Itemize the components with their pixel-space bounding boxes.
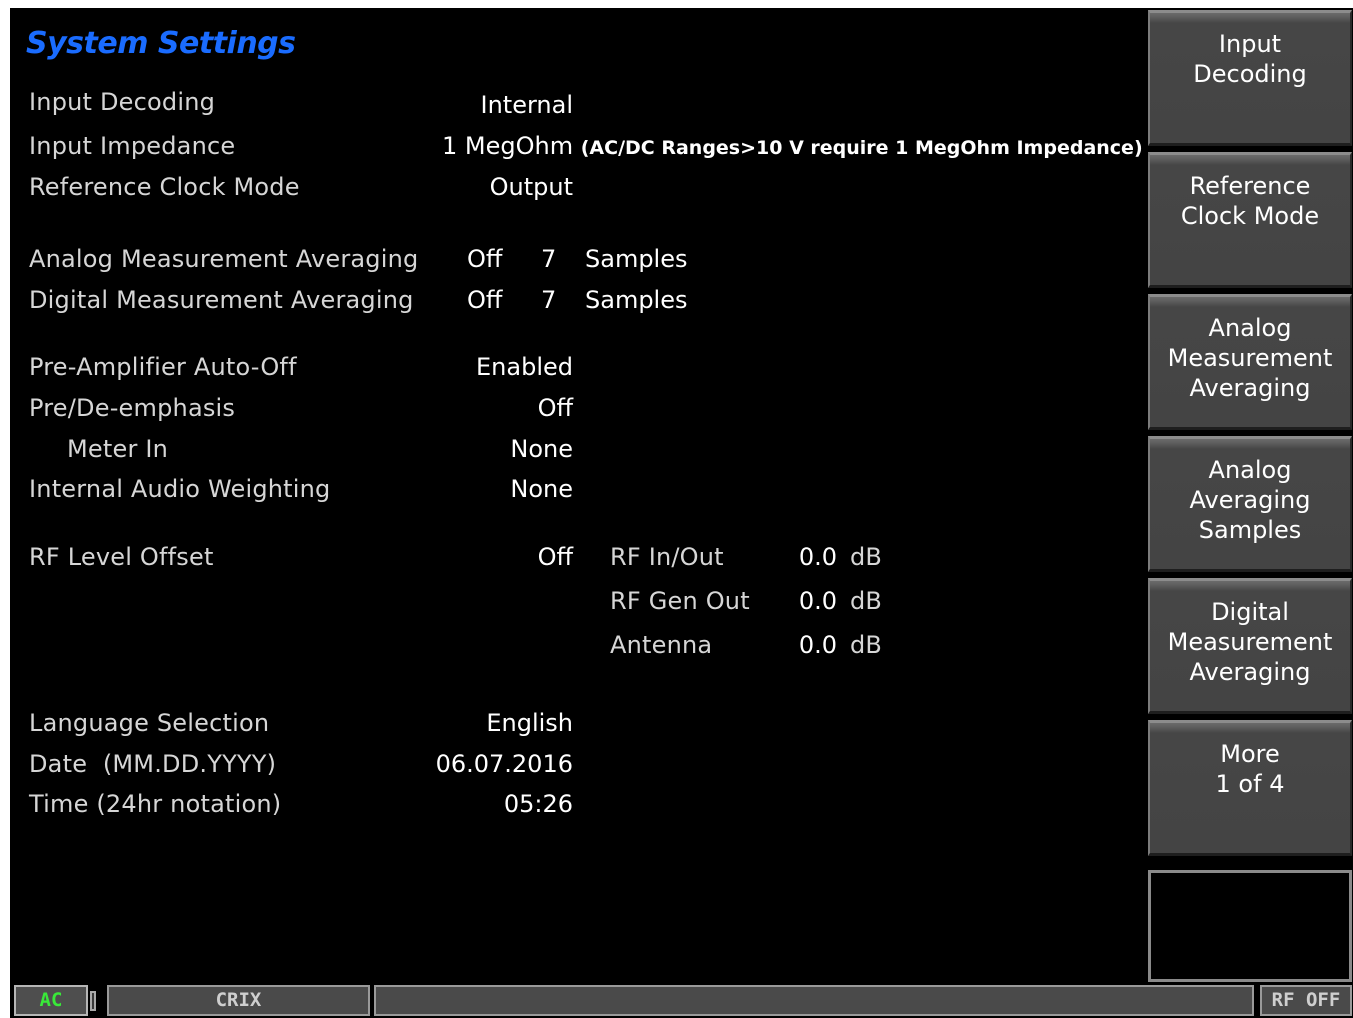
softkey-label-line: Measurement [1167,628,1333,656]
system-settings-panel: System Settings Input Decoding Internal … [10,8,1144,983]
coupling-indicator[interactable]: AC [14,985,88,1016]
antenna-value[interactable]: 0.0 [799,631,837,659]
softkey-label-line: Decoding [1193,60,1307,88]
rf-gen-out-label: RF Gen Out [610,587,750,615]
analog-averaging-samples[interactable]: 7 [541,245,556,273]
time-value[interactable]: 05:26 [504,790,573,818]
reference-clock-mode-label: Reference Clock Mode [29,173,300,201]
softkey-label-line: Samples [1198,516,1302,544]
pre-de-emphasis-label: Pre/De-emphasis [29,394,236,422]
meter-in-value[interactable]: None [510,435,573,463]
softkey-more[interactable]: More 1 of 4 [1148,720,1352,856]
antenna-unit: dB [850,631,883,659]
softkey-input-decoding[interactable]: Input Decoding [1148,10,1352,146]
softkey-label-line: More [1220,740,1280,768]
analog-averaging-state[interactable]: Off [467,245,502,273]
softkey-label-line: 1 of 4 [1215,770,1285,798]
softkey-digital-measurement-averaging[interactable]: Digital Measurement Averaging [1148,578,1352,714]
softkey-label-line: Measurement [1167,344,1333,372]
softkey-label-line: Reference [1189,172,1311,200]
status-bar: AC CRIX RF OFF [10,983,1353,1018]
softkey-blank-area [1148,870,1352,982]
softkey-label-line: Clock Mode [1180,202,1320,230]
input-decoding-value[interactable]: Internal [481,91,574,119]
softkey-analog-averaging-samples[interactable]: Analog Averaging Samples [1148,436,1352,572]
preamp-auto-off-label: Pre-Amplifier Auto-Off [29,353,297,381]
softkey-label-line: Input [1218,30,1282,58]
softkey-column: Input Decoding Reference Clock Mode Anal… [1145,8,1353,983]
softkey-label-line: Averaging [1189,486,1311,514]
coupling-tick-marker [90,991,96,1011]
rf-gen-out-unit: dB [850,587,883,615]
input-impedance-value-text: 1 MegOhm [442,132,574,160]
input-decoding-label: Input Decoding [29,88,216,116]
date-label: Date (MM.DD.YYYY) [29,750,277,778]
digital-averaging-label: Digital Measurement Averaging [29,286,414,314]
analog-averaging-label: Analog Measurement Averaging [29,245,419,273]
softkey-label-line: Analog [1208,314,1292,342]
softkey-label-line: Digital [1211,598,1289,626]
rf-status-indicator[interactable]: RF OFF [1260,985,1352,1016]
date-value[interactable]: 06.07.2016 [436,750,573,778]
rf-in-out-value[interactable]: 0.0 [799,543,837,571]
input-impedance-note: (AC/DC Ranges>10 V require 1 MegOhm Impe… [580,137,1143,159]
language-selection-value[interactable]: English [486,709,573,737]
digital-averaging-state[interactable]: Off [467,286,502,314]
time-label: Time (24hr notation) [29,790,282,818]
mode-indicator[interactable]: CRIX [107,985,370,1016]
language-selection-label: Language Selection [29,709,270,737]
internal-audio-weighting-label: Internal Audio Weighting [29,475,331,503]
input-impedance-value[interactable]: 1 MegOhm (AC/DC Ranges>10 V require 1 Me… [442,132,1143,160]
rf-in-out-label: RF In/Out [610,543,724,571]
analog-averaging-unit: Samples [585,245,688,273]
softkey-label-line: Averaging [1189,374,1311,402]
pre-de-emphasis-value[interactable]: Off [538,394,573,422]
page-title: System Settings [26,26,296,61]
rf-gen-out-value[interactable]: 0.0 [799,587,837,615]
input-impedance-label: Input Impedance [29,132,236,160]
meter-in-label: Meter In [67,435,169,463]
rf-level-offset-label: RF Level Offset [29,543,214,571]
softkey-label-line: Analog [1208,456,1292,484]
preamp-auto-off-value[interactable]: Enabled [476,353,573,381]
digital-averaging-unit: Samples [585,286,688,314]
digital-averaging-samples[interactable]: 7 [541,286,556,314]
instrument-screen: System Settings Input Decoding Internal … [10,8,1353,1018]
internal-audio-weighting-value[interactable]: None [510,475,573,503]
status-message-field [374,985,1254,1016]
antenna-label: Antenna [610,631,713,659]
rf-level-offset-value[interactable]: Off [538,543,573,571]
softkey-analog-measurement-averaging[interactable]: Analog Measurement Averaging [1148,294,1352,430]
softkey-reference-clock-mode[interactable]: Reference Clock Mode [1148,152,1352,288]
softkey-label-line: Averaging [1189,658,1311,686]
reference-clock-mode-value[interactable]: Output [490,173,573,201]
rf-in-out-unit: dB [850,543,883,571]
